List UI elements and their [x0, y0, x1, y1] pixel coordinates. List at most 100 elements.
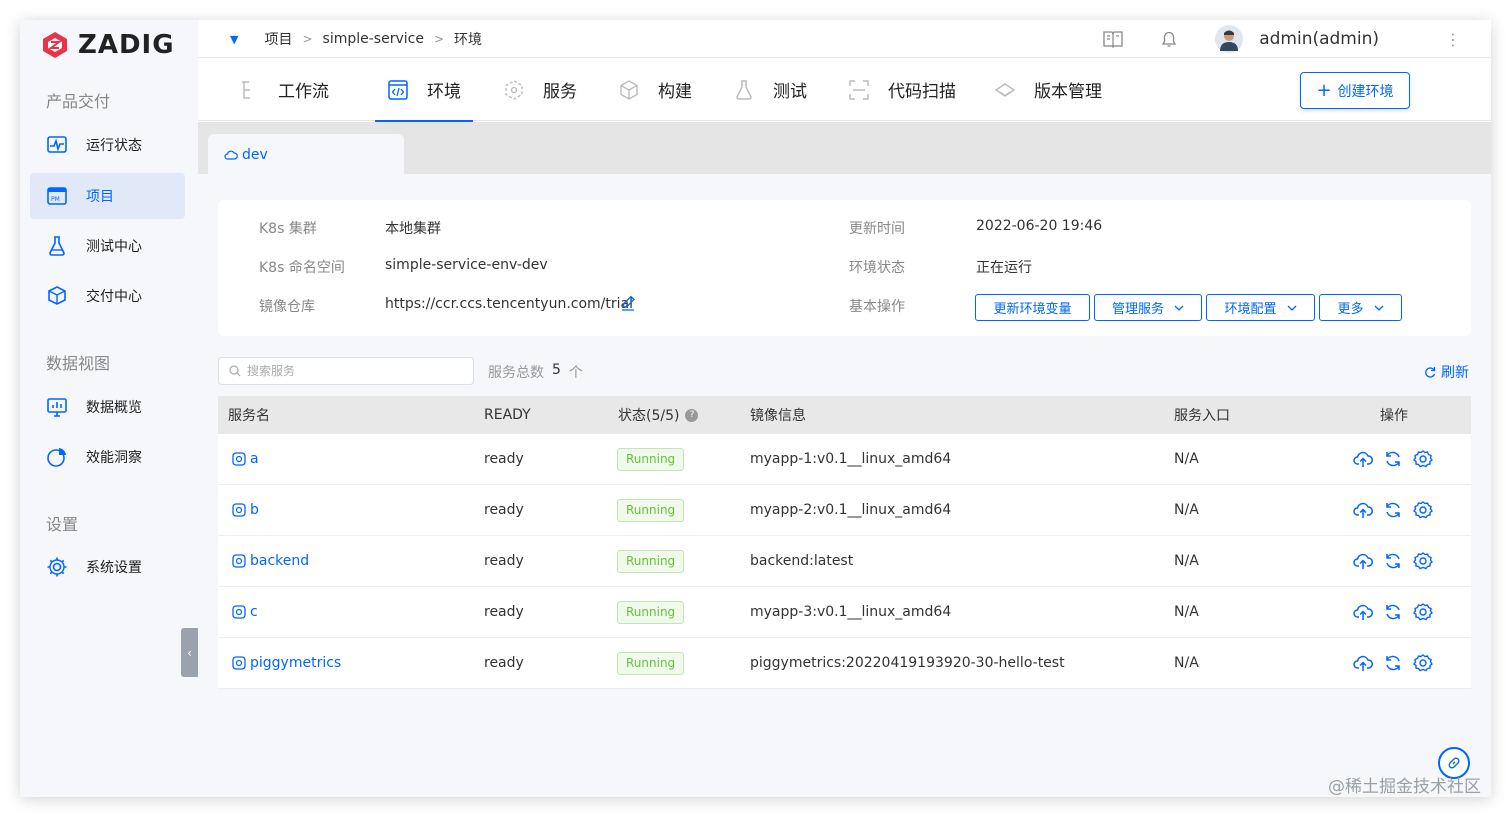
monitor-chart-icon [47, 398, 67, 417]
search-input[interactable] [247, 364, 467, 378]
update-env-vars-button[interactable]: 更新环境变量 [975, 294, 1090, 321]
bell-icon[interactable] [1159, 29, 1179, 49]
breadcrumb-project[interactable]: 项目 [264, 29, 292, 49]
sidebar-item-label: 系统设置 [86, 560, 142, 576]
namespace-value: simple-service-env-dev [385, 257, 548, 273]
entry-cell: N/A [1174, 655, 1199, 671]
service-link[interactable]: b [232, 502, 259, 518]
env-tab-dev[interactable]: dev [208, 134, 404, 176]
more-vertical-icon[interactable]: ⋮ [1445, 30, 1461, 49]
table-body: a ready Running myapp-1:v0.1__linux_amd6… [218, 434, 1471, 689]
restart-icon[interactable] [1383, 449, 1403, 469]
cloud-upload-icon[interactable] [1353, 500, 1373, 520]
edit-pencil-icon[interactable] [620, 295, 636, 311]
cloud-icon [224, 150, 238, 160]
plus-icon: + [1316, 79, 1332, 101]
sidebar-item-delivery-center[interactable]: 交付中心 [30, 273, 185, 319]
image-cell: myapp-3:v0.1__linux_amd64 [750, 604, 952, 620]
sidebar-item-data-overview[interactable]: 数据概览 [30, 384, 185, 430]
service-name-cell: piggymetrics [232, 638, 341, 688]
sidebar-item-test-center[interactable]: 测试中心 [30, 223, 185, 269]
env-config-button[interactable]: 环境配置 [1206, 294, 1315, 321]
manage-services-button[interactable]: 管理服务 [1094, 294, 1202, 321]
service-name: c [250, 604, 258, 620]
header-image-info: 镜像信息 [750, 408, 806, 424]
service-link[interactable]: backend [232, 553, 309, 569]
breadcrumb-separator: > [433, 32, 445, 46]
cloud-upload-icon[interactable] [1353, 449, 1373, 469]
restart-icon[interactable] [1383, 653, 1403, 673]
restart-icon[interactable] [1383, 602, 1403, 622]
tab-build[interactable]: 构建 [618, 58, 692, 121]
header-service-entry: 服务入口 [1174, 408, 1230, 424]
refresh-button[interactable]: 刷新 [1424, 362, 1469, 382]
button-label: 更多 [1337, 302, 1364, 317]
sidebar-item-project[interactable]: PM 项目 [30, 173, 185, 219]
sidebar-item-label: 数据概览 [86, 400, 142, 416]
service-name: a [250, 451, 259, 467]
logo[interactable]: ZADIG [42, 30, 175, 60]
user-name[interactable]: admin(admin) [1259, 29, 1379, 49]
service-link[interactable]: c [232, 604, 258, 620]
image-cell: myapp-1:v0.1__linux_amd64 [750, 451, 952, 467]
tab-test[interactable]: 测试 [733, 58, 807, 121]
service-search [218, 357, 474, 385]
question-circle-icon[interactable]: ? [685, 408, 699, 422]
service-link[interactable]: a [232, 451, 259, 467]
breadcrumb: ▼ 项目 > simple-service > 环境 [230, 20, 482, 58]
pulse-monitor-icon [47, 136, 67, 153]
sidebar-item-runtime-status[interactable]: 运行状态 [30, 122, 185, 168]
breadcrumb-service[interactable]: simple-service [323, 31, 424, 47]
dropdown-caret-icon[interactable]: ▼ [230, 33, 238, 46]
version-icon [994, 82, 1016, 97]
service-icon [232, 452, 246, 466]
actions-cell [1353, 638, 1433, 688]
settings-gear-icon[interactable] [1413, 500, 1433, 520]
service-name-cell: b [232, 485, 259, 535]
table-row: backend ready Running backend:latest N/A [218, 536, 1471, 587]
breadcrumb-env: 环境 [454, 32, 483, 48]
header-status-label: 状态(5/5) [618, 408, 680, 424]
svg-text:PM: PM [51, 196, 60, 203]
pie-chart-icon [47, 448, 66, 467]
entry-cell: N/A [1174, 502, 1199, 518]
service-link[interactable]: piggymetrics [232, 655, 341, 671]
status-badge: Running [617, 447, 685, 471]
restart-icon[interactable] [1383, 551, 1403, 571]
status-cell: Running [617, 536, 685, 586]
sidebar-item-label: 项目 [86, 189, 114, 205]
settings-gear-icon[interactable] [1413, 602, 1433, 622]
service-icon [232, 605, 246, 619]
sidebar-item-system-settings[interactable]: 系统设置 [30, 544, 185, 590]
chevron-down-icon [1374, 305, 1383, 311]
cloud-upload-icon[interactable] [1353, 602, 1373, 622]
service-count: 服务总数 5 个 [488, 362, 583, 382]
sidebar-item-efficiency-insight[interactable]: 效能洞察 [30, 434, 185, 480]
tab-environment[interactable]: 环境 [375, 58, 473, 122]
entry-cell: N/A [1174, 451, 1199, 467]
more-button[interactable]: 更多 [1319, 294, 1402, 321]
tab-workflow[interactable]: 工作流 [238, 58, 329, 121]
flask-icon [736, 79, 752, 100]
tab-service[interactable]: 服务 [503, 58, 577, 121]
settings-gear-icon[interactable] [1413, 449, 1433, 469]
cloud-upload-icon[interactable] [1353, 653, 1373, 673]
restart-icon[interactable] [1383, 500, 1403, 520]
cluster-value: 本地集群 [385, 221, 441, 237]
hexagon-service-icon [505, 79, 523, 100]
tab-version-management[interactable]: 版本管理 [994, 58, 1102, 121]
tab-label: 工作流 [278, 82, 329, 102]
settings-gear-icon[interactable] [1413, 653, 1433, 673]
tab-label: 环境 [427, 82, 461, 102]
tab-code-scan[interactable]: 代码扫描 [848, 58, 956, 121]
create-environment-button[interactable]: + 创建环境 [1300, 72, 1410, 109]
button-label: 管理服务 [1111, 302, 1164, 317]
sidebar-collapse-handle[interactable]: ‹ [181, 628, 198, 677]
cloud-upload-icon[interactable] [1353, 551, 1373, 571]
settings-gear-icon[interactable] [1413, 551, 1433, 571]
button-label: 更新环境变量 [993, 302, 1072, 317]
book-icon[interactable] [1103, 30, 1123, 48]
avatar[interactable] [1215, 25, 1244, 53]
sidebar-item-label: 测试中心 [86, 239, 142, 255]
basic-ops-label: 基本操作 [849, 299, 905, 315]
